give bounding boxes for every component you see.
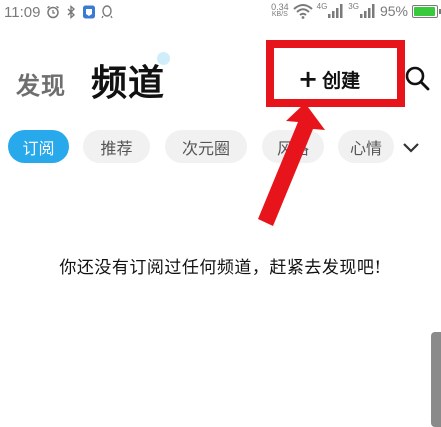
network-speed: 0.34 KB/S [271,2,289,19]
tab-style[interactable]: 风格 [262,130,324,163]
app-badge-icon [83,5,95,19]
wifi-icon [292,4,313,19]
page-title[interactable]: 频道 [91,54,165,106]
network-type-1: 4G [316,1,328,11]
status-icons-left [46,5,114,19]
empty-state-message: 你还没有订阅过任何频道，赶紧去发现吧! [59,258,382,278]
category-tabs: 订阅 推荐 次元圈 风格 心情 [0,128,441,168]
status-icons-right: 0.34 KB/S 4G 3G 95% [271,1,441,19]
alarm-icon [47,5,59,19]
search-icon[interactable] [403,64,431,92]
signal-icon [328,4,343,18]
status-bar: 11:09 0.34 KB/S 4G 3G 95% [0,0,441,28]
tab-discover[interactable]: 发现 [16,66,66,101]
status-time: 11:09 [4,4,41,21]
tab-mood[interactable]: 心情 [338,130,394,163]
battery-percent: 95% [379,3,408,19]
tab-anime-circle[interactable]: 次元圈 [165,130,247,163]
tab-recommended[interactable]: 推荐 [83,130,150,163]
battery-fill [414,6,435,16]
signal-icon [359,4,375,18]
tab-subscribed[interactable]: 订阅 [8,130,69,163]
scroll-handle[interactable] [431,332,441,427]
network-type-2: 3G [348,1,359,11]
bluetooth-icon [67,5,76,19]
highlight-box [266,40,405,107]
chevron-down-icon[interactable] [400,136,422,158]
battery-icon [412,4,441,18]
qq-icon [101,5,113,19]
